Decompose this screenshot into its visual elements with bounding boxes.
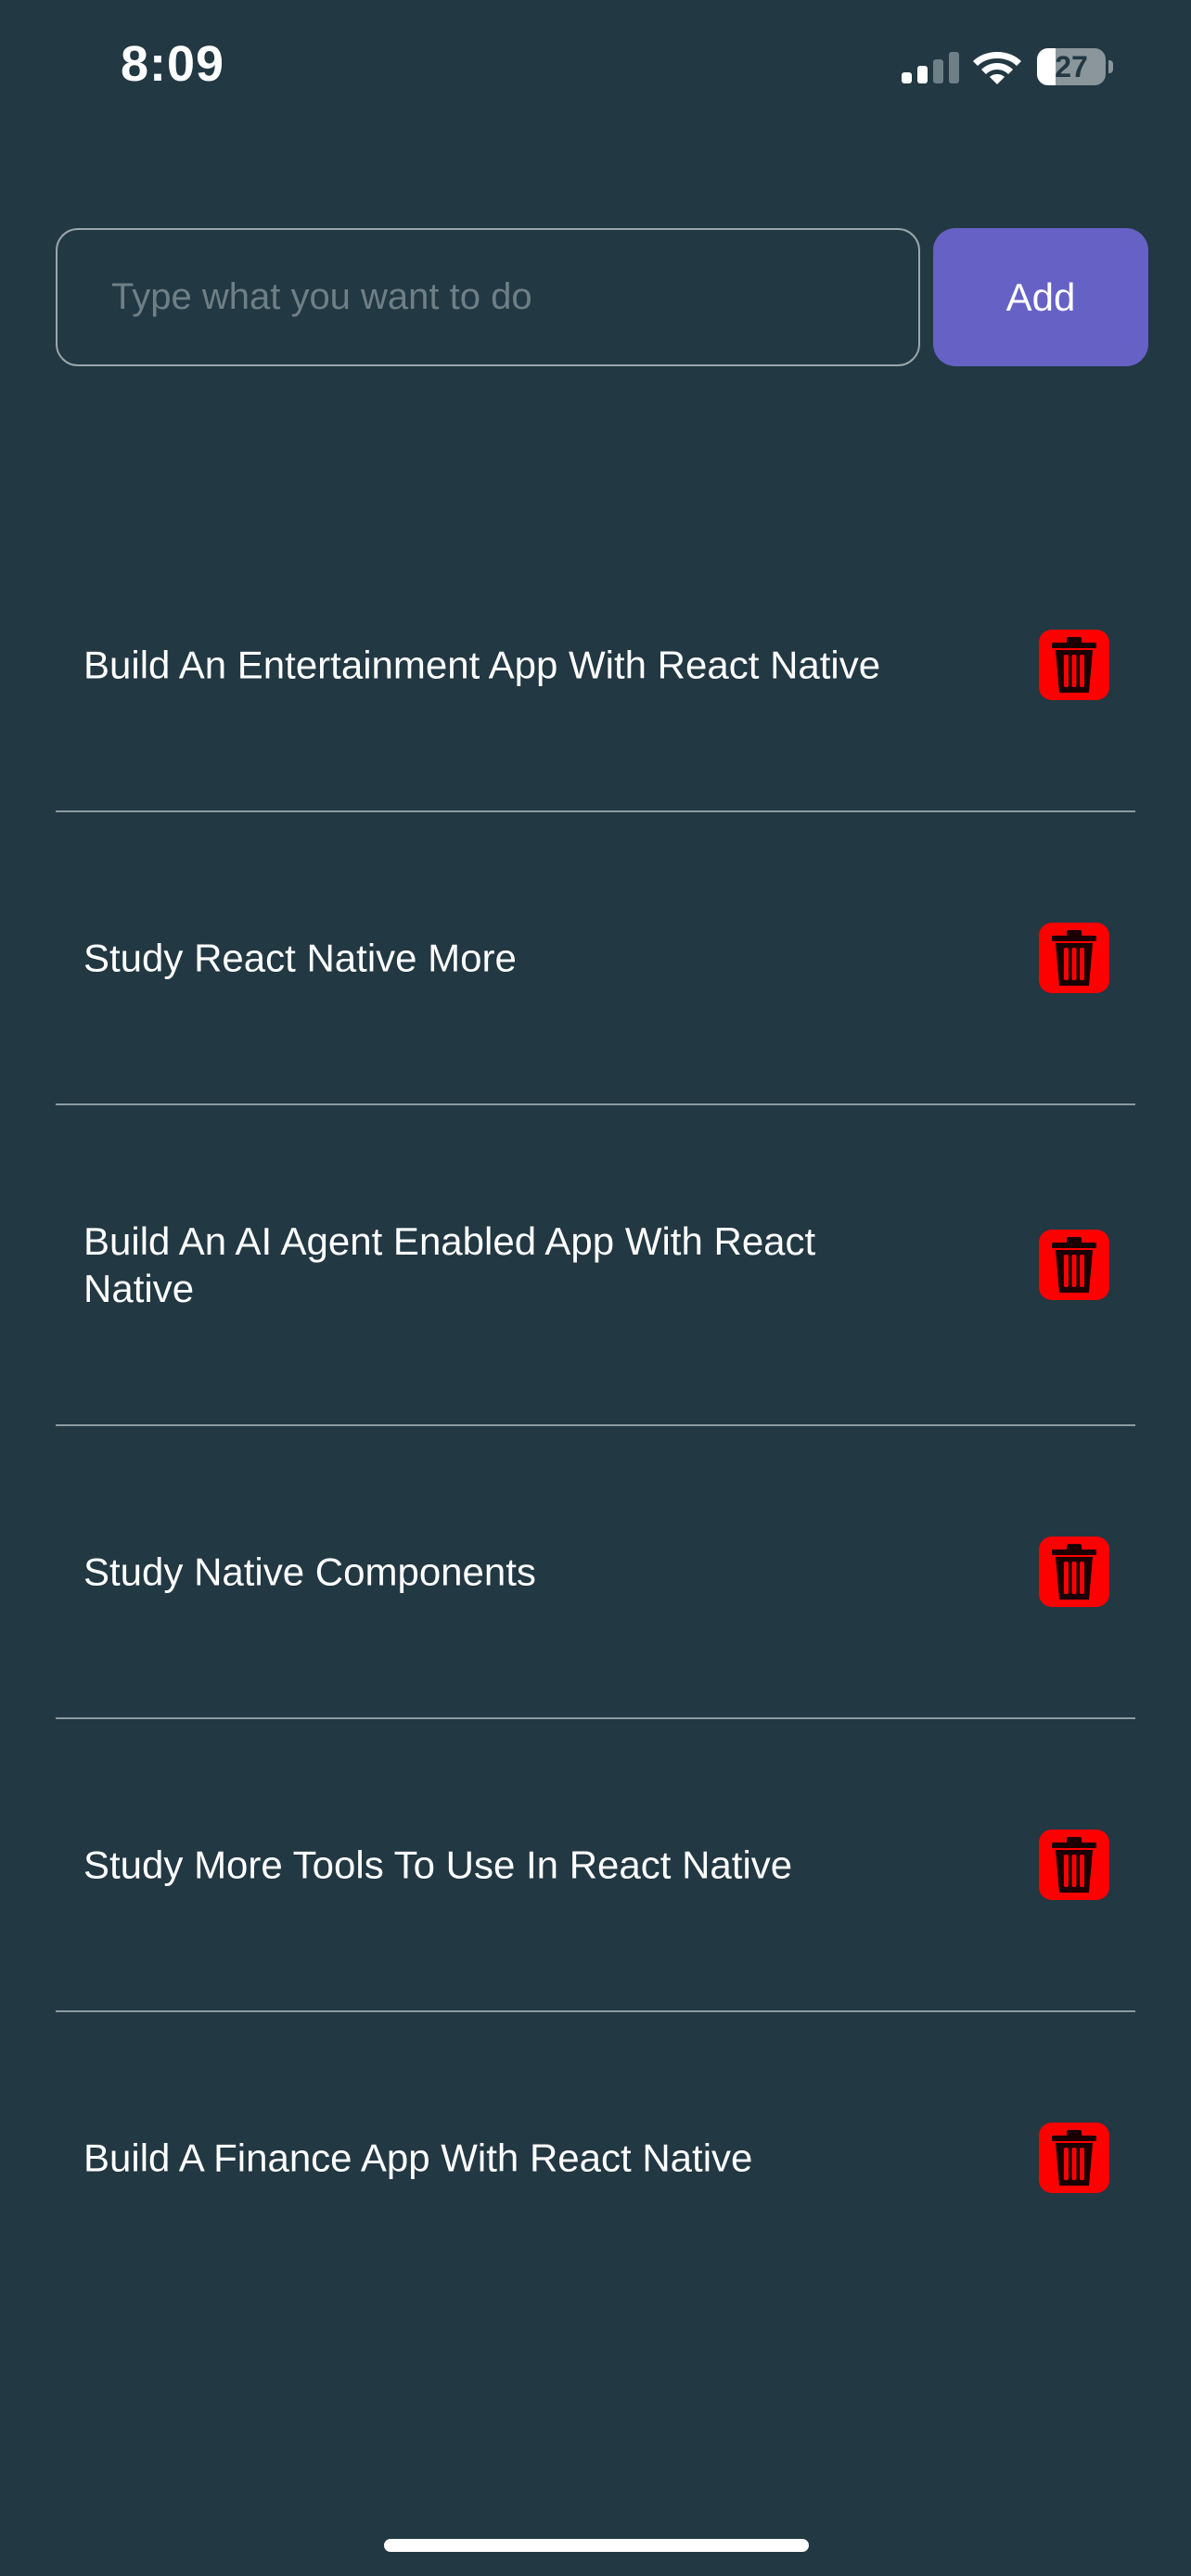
add-button[interactable]: Add bbox=[933, 228, 1148, 366]
trash-icon bbox=[1052, 1544, 1096, 1600]
todo-text: Study React Native More bbox=[83, 936, 517, 980]
delete-button[interactable] bbox=[1039, 1830, 1109, 1900]
trash-icon bbox=[1052, 930, 1096, 986]
battery-icon: 27 bbox=[1037, 48, 1113, 85]
delete-button[interactable] bbox=[1039, 1230, 1109, 1300]
battery-body: 27 bbox=[1037, 48, 1106, 85]
delete-button[interactable] bbox=[1039, 2123, 1109, 2193]
todo-input[interactable] bbox=[56, 228, 920, 366]
todo-list: Build An Entertainment App With React Na… bbox=[56, 519, 1135, 2303]
trash-icon bbox=[1052, 2130, 1096, 2186]
todo-text: Study More Tools To Use In React Native bbox=[83, 1843, 793, 1887]
trash-icon bbox=[1052, 1837, 1096, 1893]
signal-icon bbox=[902, 52, 959, 83]
todo-text: Build An AI Agent Enabled App With React… bbox=[83, 1219, 816, 1310]
todo-text: Build A Finance App With React Native bbox=[83, 2136, 753, 2180]
battery-cap bbox=[1108, 60, 1113, 73]
todo-text: Build An Entertainment App With React Na… bbox=[83, 643, 881, 687]
todo-item: Study Native Components bbox=[56, 1426, 1135, 1719]
todo-item: Build An AI Agent Enabled App With React… bbox=[56, 1105, 1135, 1426]
trash-icon bbox=[1052, 637, 1096, 693]
todo-item: Study More Tools To Use In React Native bbox=[56, 1719, 1135, 2012]
todo-text: Study Native Components bbox=[83, 1549, 536, 1594]
todo-item: Study React Native More bbox=[56, 812, 1135, 1105]
trash-icon bbox=[1052, 1237, 1096, 1293]
battery-level: 27 bbox=[1055, 50, 1088, 83]
status-bar: 8:09 27 bbox=[0, 0, 1191, 139]
home-indicator[interactable] bbox=[384, 2539, 809, 2552]
delete-button[interactable] bbox=[1039, 1537, 1109, 1607]
delete-button[interactable] bbox=[1039, 923, 1109, 993]
todo-item: Build An Entertainment App With React Na… bbox=[56, 519, 1135, 812]
wifi-icon bbox=[973, 52, 1021, 84]
delete-button[interactable] bbox=[1039, 630, 1109, 700]
status-time: 8:09 bbox=[121, 36, 225, 92]
todo-item: Build A Finance App With React Native bbox=[56, 2012, 1135, 2303]
